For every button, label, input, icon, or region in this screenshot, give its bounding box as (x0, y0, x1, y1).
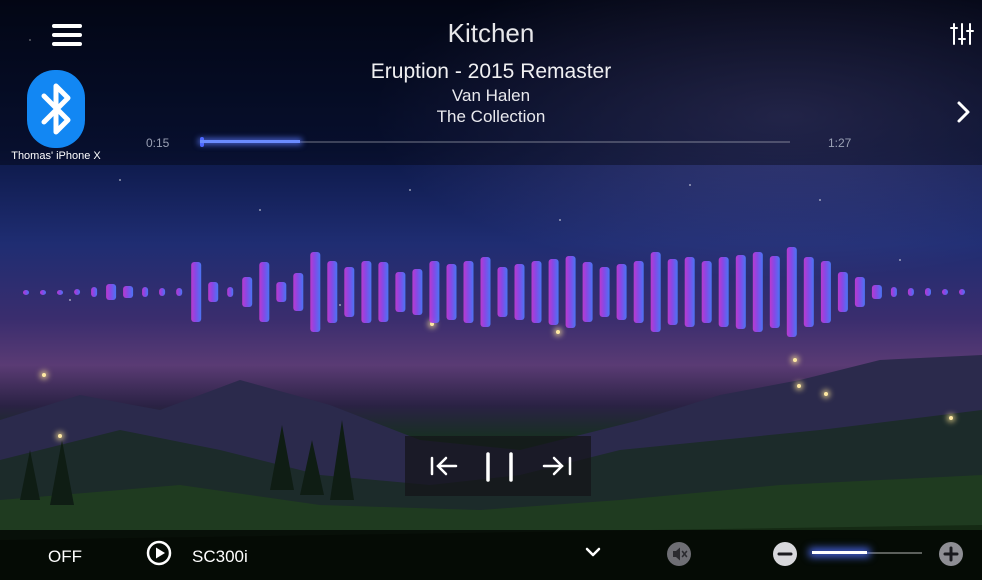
visualizer-bar (142, 287, 149, 297)
visualizer-bar (480, 257, 491, 327)
transport-controls (405, 436, 591, 496)
firefly-glow (824, 392, 828, 396)
power-off-button[interactable]: OFF (48, 547, 82, 567)
mute-icon[interactable] (666, 541, 692, 567)
visualizer-bar (310, 252, 321, 332)
visualizer-bar (565, 256, 576, 328)
room-title: Kitchen (447, 18, 535, 48)
visualizer-bar (208, 282, 219, 302)
progress-bar[interactable] (200, 137, 790, 147)
visualizer-bar (276, 282, 287, 302)
track-title: Eruption - 2015 Remaster (370, 60, 612, 83)
visualizer-bar (871, 285, 882, 299)
volume-minus-icon[interactable] (772, 541, 798, 567)
play-circle-icon[interactable] (146, 540, 172, 566)
volume-slider[interactable] (812, 551, 922, 554)
firefly-glow (793, 358, 797, 362)
visualizer-bar (57, 290, 63, 295)
visualizer-bar (514, 264, 525, 320)
visualizer-bar (429, 261, 440, 323)
visualizer-bar (293, 273, 304, 311)
visualizer-bar (159, 288, 166, 296)
visualizer-bar (106, 284, 117, 300)
total-time: 1:27 (828, 136, 852, 150)
audio-visualizer (23, 247, 965, 337)
visualizer-bar (684, 257, 695, 327)
source-selector-label[interactable]: SC300i (192, 547, 248, 567)
artist-name: Van Halen (451, 86, 531, 105)
visualizer-bar (91, 287, 98, 297)
visualizer-bar (40, 290, 46, 295)
visualizer-bar (582, 262, 593, 322)
visualizer-bar (531, 261, 542, 323)
visualizer-bar (548, 259, 559, 325)
visualizer-bar (633, 261, 644, 323)
visualizer-bar (227, 287, 234, 297)
album-name: The Collection (436, 107, 546, 126)
volume-level (812, 551, 867, 554)
firefly-glow (58, 434, 62, 438)
visualizer-bar (803, 257, 814, 327)
visualizer-bar (667, 259, 678, 325)
visualizer-bar (890, 287, 897, 297)
skip-next-icon[interactable] (529, 436, 589, 496)
visualizer-bar (599, 267, 610, 317)
visualizer-bar (463, 261, 474, 323)
visualizer-bar (701, 261, 712, 323)
visualizer-bar (344, 267, 355, 317)
visualizer-bar (718, 257, 729, 327)
firefly-glow (949, 416, 953, 420)
visualizer-bar (497, 267, 508, 317)
visualizer-bar (907, 288, 914, 296)
firefly-glow (42, 373, 46, 377)
volume-plus-icon[interactable] (938, 541, 964, 567)
visualizer-bar (395, 272, 406, 312)
chevron-right-icon[interactable] (955, 100, 973, 124)
visualizer-bar (327, 261, 338, 323)
visualizer-bar (925, 288, 931, 296)
visualizer-bar (191, 262, 202, 322)
visualizer-bar (74, 289, 81, 295)
equalizer-icon[interactable] (950, 22, 974, 46)
firefly-glow (797, 384, 801, 388)
source-device[interactable]: Thomas' iPhone X (0, 70, 112, 165)
visualizer-bar (735, 255, 746, 329)
visualizer-bar (616, 264, 627, 320)
visualizer-bar (259, 262, 270, 322)
chevron-down-icon[interactable] (585, 546, 601, 558)
progress-fill (200, 140, 300, 143)
visualizer-bar (23, 290, 29, 295)
visualizer-bar (446, 264, 457, 320)
visualizer-bar (837, 272, 848, 312)
pause-icon[interactable] (469, 436, 529, 496)
visualizer-bar (942, 289, 948, 295)
visualizer-bar (786, 247, 797, 337)
visualizer-bar (650, 252, 661, 332)
visualizer-bar (820, 261, 831, 323)
visualizer-bar (123, 286, 134, 298)
visualizer-bar (769, 256, 780, 328)
elapsed-time: 0:15 (146, 136, 170, 150)
visualizer-bar (752, 252, 763, 332)
source-device-label: Thomas' iPhone X (11, 150, 101, 162)
bluetooth-icon (27, 70, 85, 148)
now-playing-screen: Kitchen Eruption - 2015 Remaster Van Hal… (0, 0, 982, 580)
skip-previous-icon[interactable] (415, 436, 475, 496)
visualizer-bar (361, 261, 372, 323)
visualizer-bar (242, 277, 253, 307)
visualizer-bar (378, 262, 389, 322)
visualizer-bar (959, 289, 965, 295)
visualizer-bar (854, 277, 865, 307)
visualizer-bar (176, 288, 183, 296)
visualizer-bar (412, 269, 423, 315)
